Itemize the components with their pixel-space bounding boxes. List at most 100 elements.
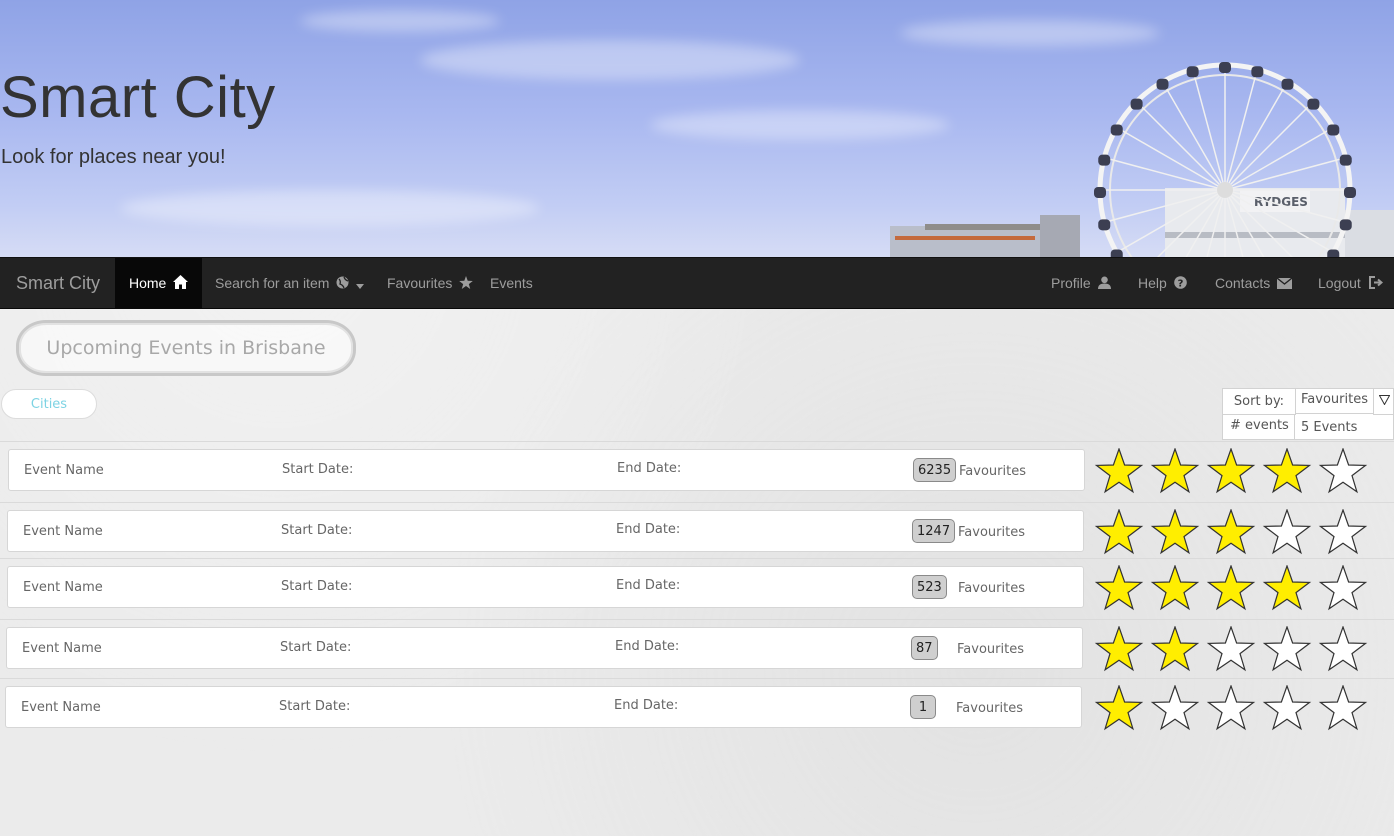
star-empty-icon[interactable] xyxy=(1262,626,1312,672)
event-name-label: Event Name xyxy=(21,700,101,715)
star-filled-icon[interactable] xyxy=(1094,448,1144,494)
sort-label: Sort by: xyxy=(1223,389,1296,415)
star-filled-icon[interactable] xyxy=(1094,565,1144,611)
star-rating[interactable] xyxy=(1094,448,1384,498)
nav-search-label: Search for an item xyxy=(215,275,330,291)
banner-building-sign: RYDGES xyxy=(1254,195,1308,209)
star-filled-icon[interactable] xyxy=(1094,509,1144,555)
event-end-date-label: End Date: xyxy=(617,461,682,476)
star-rating[interactable] xyxy=(1094,626,1384,676)
star-filled-icon[interactable] xyxy=(1150,565,1200,611)
nav-profile-label: Profile xyxy=(1051,275,1091,291)
nav-help-label: Help xyxy=(1138,275,1167,291)
star-empty-icon[interactable] xyxy=(1150,685,1200,731)
nav-favourites[interactable]: Favourites xyxy=(387,258,474,309)
star-empty-icon[interactable] xyxy=(1262,509,1312,555)
favourites-label: Favourites xyxy=(959,464,1026,479)
row-divider xyxy=(0,502,1394,503)
header-banner: RYDGES Smart City Look for places near y… xyxy=(0,0,1394,257)
event-row[interactable]: Event Name Start Date: End Date: 87 Favourit… xyxy=(6,627,1083,669)
star-filled-icon[interactable] xyxy=(1262,448,1312,494)
event-end-date-label: End Date: xyxy=(614,698,679,713)
event-end-date-label: End Date: xyxy=(616,522,681,537)
favourites-count-badge: 1247 xyxy=(912,519,956,543)
row-divider xyxy=(0,441,1394,442)
nav-favourites-label: Favourites xyxy=(387,275,453,291)
star-filled-icon[interactable] xyxy=(1206,509,1256,555)
star-rating[interactable] xyxy=(1094,565,1384,615)
favourites-count-badge: 6235 xyxy=(913,458,957,482)
event-row[interactable]: Event Name Start Date: End Date: 1 Favourite… xyxy=(5,686,1082,728)
event-start-date-label: Start Date: xyxy=(282,462,354,477)
star-filled-icon[interactable] xyxy=(1150,448,1200,494)
star-empty-icon[interactable] xyxy=(1318,509,1368,555)
sort-panel: Sort by: Favourites # events 5 Events xyxy=(1222,388,1394,440)
event-name-label: Event Name xyxy=(22,641,102,656)
favourites-count-badge: 523 xyxy=(912,575,947,599)
event-end-date-label: End Date: xyxy=(616,578,681,593)
row-divider xyxy=(0,678,1394,679)
event-end-date-label: End Date: xyxy=(615,639,680,654)
cities-tab[interactable]: Cities xyxy=(1,389,97,419)
nav-logout[interactable]: Logout xyxy=(1318,258,1383,308)
event-name-label: Event Name xyxy=(23,580,103,595)
site-tagline: Look for places near you! xyxy=(1,146,226,168)
globe-icon xyxy=(336,259,349,309)
favourites-label: Favourites xyxy=(956,701,1023,716)
nav-logout-label: Logout xyxy=(1318,275,1361,291)
favourites-label: Favourites xyxy=(958,525,1025,540)
star-filled-icon[interactable] xyxy=(1262,565,1312,611)
star-filled-icon[interactable] xyxy=(1206,448,1256,494)
star-rating[interactable] xyxy=(1094,509,1384,559)
logout-icon xyxy=(1368,259,1383,309)
nav-events-label: Events xyxy=(490,275,533,291)
nav-profile[interactable]: Profile xyxy=(1051,258,1111,308)
question-circle-icon: ? xyxy=(1173,259,1187,309)
star-empty-icon[interactable] xyxy=(1318,448,1368,494)
sort-dropdown-arrow-icon[interactable] xyxy=(1373,389,1394,415)
sort-select[interactable]: Favourites xyxy=(1295,389,1373,414)
page-heading: Upcoming Events in Brisbane xyxy=(16,320,356,376)
nav-home[interactable]: Home xyxy=(115,258,203,309)
user-icon xyxy=(1097,259,1111,309)
favourites-count-badge: 87 xyxy=(911,636,938,660)
star-empty-icon[interactable] xyxy=(1262,685,1312,731)
star-filled-icon[interactable] xyxy=(1094,685,1144,731)
row-divider xyxy=(0,619,1394,620)
nav-contacts-label: Contacts xyxy=(1215,275,1271,291)
event-name-label: Event Name xyxy=(24,463,104,478)
star-icon xyxy=(459,259,474,309)
event-start-date-label: Start Date: xyxy=(281,523,353,538)
site-title: Smart City xyxy=(0,65,276,130)
caret-down-icon xyxy=(356,259,365,309)
star-filled-icon[interactable] xyxy=(1094,626,1144,672)
nav-search[interactable]: Search for an item xyxy=(215,258,365,309)
favourites-count-badge: 1 xyxy=(910,695,936,719)
star-empty-icon[interactable] xyxy=(1206,626,1256,672)
nav-events[interactable]: Events xyxy=(490,258,533,308)
favourites-label: Favourites xyxy=(957,642,1024,657)
star-filled-icon[interactable] xyxy=(1150,509,1200,555)
star-empty-icon[interactable] xyxy=(1206,685,1256,731)
event-start-date-label: Start Date: xyxy=(279,699,351,714)
event-row[interactable]: Event Name Start Date: End Date: 6235 Favour… xyxy=(8,449,1085,491)
star-empty-icon[interactable] xyxy=(1318,685,1368,731)
star-filled-icon[interactable] xyxy=(1206,565,1256,611)
nav-home-label: Home xyxy=(129,275,167,291)
event-count-label: # events xyxy=(1223,414,1295,439)
row-divider xyxy=(0,558,1394,559)
star-rating[interactable] xyxy=(1094,685,1384,735)
navbar-brand[interactable]: Smart City xyxy=(16,258,100,308)
event-row[interactable]: Event Name Start Date: End Date: 523 Favouri… xyxy=(7,566,1084,608)
nav-help[interactable]: Help ? xyxy=(1138,258,1187,308)
event-count-value: 5 Events xyxy=(1301,420,1358,435)
favourites-label: Favourites xyxy=(958,581,1025,596)
home-icon xyxy=(173,259,189,309)
event-start-date-label: Start Date: xyxy=(281,579,353,594)
star-filled-icon[interactable] xyxy=(1150,626,1200,672)
star-empty-icon[interactable] xyxy=(1318,565,1368,611)
event-start-date-label: Start Date: xyxy=(280,640,352,655)
star-empty-icon[interactable] xyxy=(1318,626,1368,672)
nav-contacts[interactable]: Contacts xyxy=(1215,258,1293,308)
event-row[interactable]: Event Name Start Date: End Date: 1247 Favour… xyxy=(7,510,1084,552)
